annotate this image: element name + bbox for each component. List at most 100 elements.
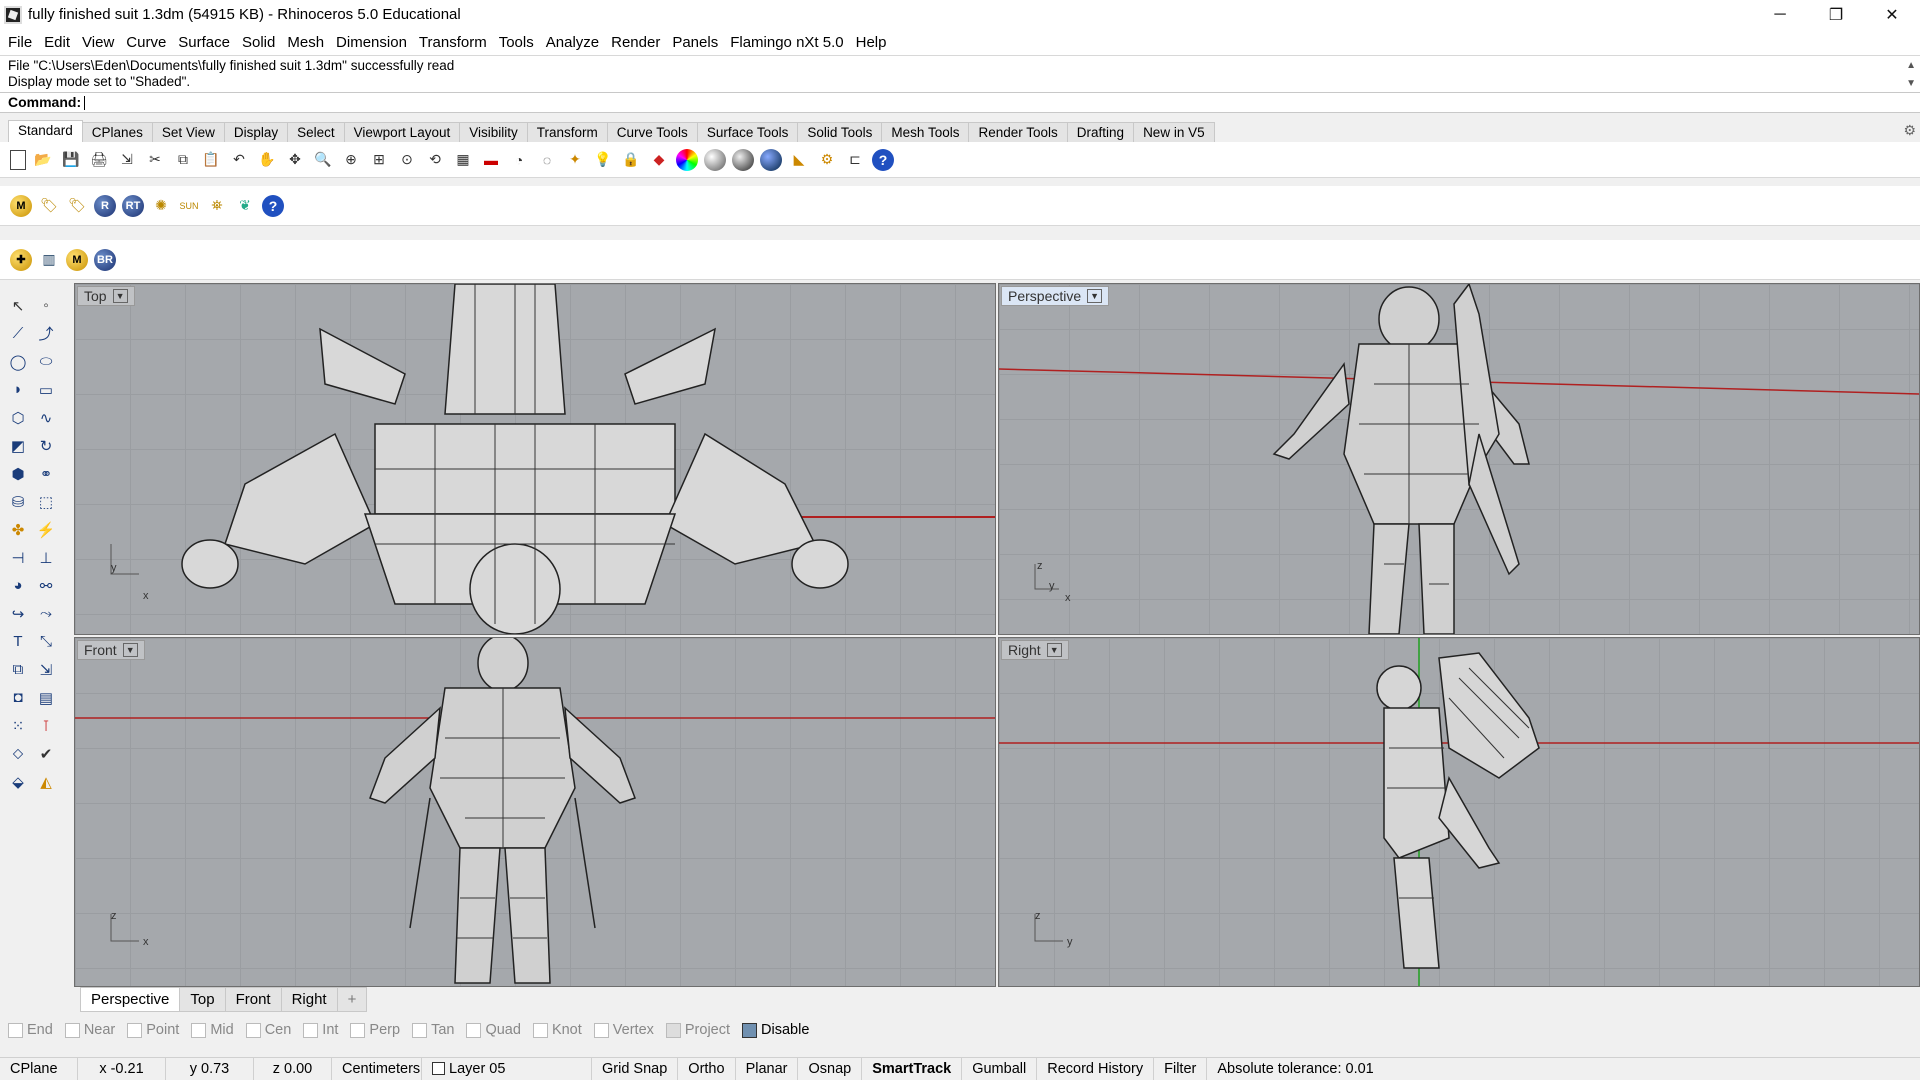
scroll-up-icon[interactable]: ▲ <box>1906 58 1916 74</box>
scroll-down-icon[interactable]: ▼ <box>1906 76 1916 92</box>
ellipse-icon[interactable]: ⬭ <box>34 349 58 374</box>
freeform-curve-icon[interactable]: ∿ <box>34 405 58 430</box>
group-icon[interactable]: ⧉ <box>6 657 30 682</box>
tab-mesh-tools[interactable]: Mesh Tools <box>881 122 970 142</box>
polyline-icon[interactable]: ⟋ <box>6 321 30 346</box>
tab-surface-tools[interactable]: Surface Tools <box>696 122 799 142</box>
osnap-knot[interactable]: Knot <box>532 1022 582 1038</box>
properties-icon[interactable]: ⊏ <box>844 149 866 171</box>
menu-solid[interactable]: Solid <box>236 34 281 51</box>
viewport-label-top[interactable]: Top ▼ <box>77 286 135 306</box>
surface-icon[interactable]: ◩ <box>6 433 30 458</box>
plants-icon[interactable]: ❦ <box>234 195 256 217</box>
move-icon[interactable]: ✥ <box>284 149 306 171</box>
material-tags-icon[interactable]: 🏷 <box>66 195 88 217</box>
status-osnap[interactable]: Osnap <box>798 1057 863 1080</box>
status-cplane[interactable]: CPlane <box>0 1057 78 1080</box>
status-gumball[interactable]: Gumball <box>962 1057 1038 1080</box>
zoom-extents-icon[interactable]: ⊞ <box>368 149 390 171</box>
minimize-button[interactable]: ─ <box>1752 0 1808 29</box>
arc-icon[interactable]: ◗ <box>6 377 30 402</box>
osnap-vertex[interactable]: Vertex <box>593 1022 654 1038</box>
osnap-tan[interactable]: Tan <box>412 1022 454 1038</box>
new-file-icon[interactable] <box>10 149 26 170</box>
render-help-icon[interactable]: ? <box>262 194 284 217</box>
viewport-perspective[interactable]: z y x Perspective ▼ <box>998 283 1920 635</box>
menu-render[interactable]: Render <box>605 34 666 51</box>
menu-view[interactable]: View <box>76 34 120 51</box>
chevron-down-icon[interactable]: ▼ <box>112 289 128 303</box>
curve-icon[interactable]: ⤴ <box>34 321 58 346</box>
tab-cplanes[interactable]: CPlanes <box>81 122 153 142</box>
checkbox[interactable] <box>742 1022 758 1038</box>
circle-icon[interactable]: ◯ <box>6 349 30 374</box>
print-icon[interactable]: 🖨 <box>88 149 110 171</box>
grid-plane-icon[interactable]: ▤ <box>34 685 58 710</box>
lights-icon[interactable]: ✺ <box>150 195 172 217</box>
vptab-perspective[interactable]: Perspective <box>80 987 181 1012</box>
undo-icon[interactable]: ↶ <box>228 149 250 171</box>
open-folder-icon[interactable]: 📂 <box>32 149 54 171</box>
viewport-label-right[interactable]: Right ▼ <box>1001 640 1069 660</box>
tab-solid-tools[interactable]: Solid Tools <box>797 122 883 142</box>
sun-icon[interactable]: SUN <box>178 195 200 217</box>
point-tool-icon[interactable]: ◦ <box>34 293 58 318</box>
menu-surface[interactable]: Surface <box>172 34 236 51</box>
render-tool-icon[interactable]: ⬦ <box>6 741 30 766</box>
chevron-down-icon[interactable]: ▼ <box>1046 643 1062 657</box>
layer-icon[interactable]: ◆ <box>648 149 670 171</box>
tab-drafting[interactable]: Drafting <box>1066 122 1135 142</box>
lock-icon[interactable]: 🔒 <box>620 149 642 171</box>
viewport-top[interactable]: y x Top ▼ <box>74 283 996 635</box>
osnap-cen[interactable]: Cen <box>245 1022 291 1038</box>
restore-button[interactable]: ❐ <box>1808 0 1864 29</box>
status-grid-snap[interactable]: Grid Snap <box>592 1057 679 1080</box>
box-icon[interactable]: ⬢ <box>6 461 30 486</box>
checkbox[interactable] <box>191 1022 207 1038</box>
boolean-icon[interactable]: ⚭ <box>34 461 58 486</box>
tab-render-tools[interactable]: Render Tools <box>968 122 1068 142</box>
color-wheel-icon[interactable] <box>676 148 698 171</box>
add-viewport-icon[interactable]: + <box>336 987 368 1012</box>
checkbox[interactable] <box>303 1022 319 1038</box>
osnap-point[interactable]: Point <box>127 1022 179 1038</box>
vptab-top[interactable]: Top <box>179 987 226 1012</box>
text-icon[interactable]: T <box>6 629 30 654</box>
osnap-project[interactable]: Project <box>665 1022 730 1038</box>
material-tool-icon[interactable]: ⬙ <box>6 769 30 794</box>
menu-tools[interactable]: Tools <box>493 34 540 51</box>
status-planar[interactable]: Planar <box>736 1057 799 1080</box>
save-icon[interactable]: 💾 <box>60 149 82 171</box>
osnap-disable[interactable]: Disable <box>742 1022 809 1038</box>
checkbox[interactable] <box>532 1022 548 1038</box>
light-bulb-icon[interactable]: 💡 <box>592 149 614 171</box>
status-ortho[interactable]: Ortho <box>678 1057 736 1080</box>
copy-icon[interactable]: ⧉ <box>172 149 194 171</box>
check-icon[interactable]: ✔ <box>34 741 58 766</box>
status-smarttrack[interactable]: SmartTrack <box>862 1057 963 1080</box>
blend-icon[interactable]: ⤳ <box>34 601 58 626</box>
menu-file[interactable]: File <box>2 34 38 51</box>
join-icon[interactable]: ⚯ <box>34 573 58 598</box>
zoom-window-icon[interactable]: ⊕ <box>340 149 362 171</box>
osnap-near[interactable]: Near <box>64 1022 115 1038</box>
menu-curve[interactable]: Curve <box>120 34 172 51</box>
checkbox[interactable] <box>665 1022 681 1038</box>
command-prompt[interactable]: Command: <box>0 92 1920 113</box>
material-tag-icon[interactable]: 🏷 <box>38 195 60 217</box>
tab-new-in-v5[interactable]: New in V5 <box>1133 122 1215 142</box>
checkbox[interactable] <box>412 1022 428 1038</box>
mesh-icon[interactable]: ✤ <box>6 517 30 542</box>
checkbox[interactable] <box>245 1022 261 1038</box>
polygon-icon[interactable]: ⬡ <box>6 405 30 430</box>
paint-icon[interactable]: ◭ <box>34 769 58 794</box>
menu-edit[interactable]: Edit <box>38 34 76 51</box>
osnap-perp[interactable]: Perp <box>350 1022 400 1038</box>
pan-hand-icon[interactable]: ✋ <box>256 149 278 171</box>
osnap-end[interactable]: End <box>8 1022 53 1038</box>
cplane-icon[interactable]: ▬ <box>480 149 502 171</box>
split-icon[interactable]: ⊥ <box>34 545 58 570</box>
solid-tools-icon[interactable]: ◘ <box>6 685 30 710</box>
compass-icon[interactable]: ✚ <box>10 248 32 271</box>
checkbox[interactable] <box>127 1022 143 1038</box>
